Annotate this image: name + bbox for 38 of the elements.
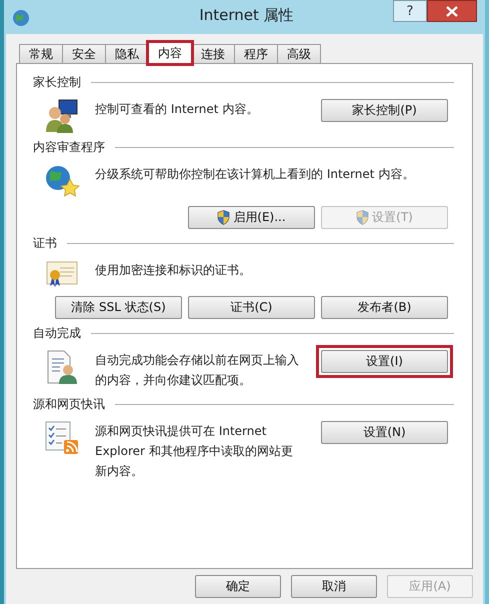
action-button[interactable]: 发布者(B) [321,296,448,319]
section-title: 自动完成 [33,325,81,342]
tab[interactable]: 内容 [148,42,192,64]
action-button[interactable]: 设置(N) [321,421,448,444]
globe-icon [12,9,30,27]
action-button[interactable]: 清除 SSL 状态(S) [55,296,182,319]
window-title: Internet 属性 [198,6,295,24]
section-title: 证书 [33,235,57,252]
tab[interactable]: 隐私 [105,44,149,64]
section-description: 自动完成功能会存储以前在网页上输入的内容，并向你建议匹配项。 [94,352,300,389]
feed-list-icon [45,421,79,455]
globe-star-icon [44,164,80,198]
dialog-button[interactable]: 取消 [291,575,377,598]
section-description: 源和网页快讯提供可在 Internet Explorer 和其他程序中读取的网站更新内容。 [94,423,294,480]
section-title: 源和网页快讯 [33,396,105,413]
shield-icon [217,210,230,225]
certificate-icon [46,260,78,288]
form-user-icon [46,350,78,384]
tab[interactable]: 程序 [234,44,278,64]
tab[interactable]: 常规 [19,44,63,64]
section-title: 家长控制 [33,74,81,91]
close-icon [446,6,458,16]
action-button[interactable]: 家长控制(P) [321,99,448,122]
dialog-button[interactable]: 确定 [195,575,281,598]
action-button[interactable]: 设置(I) [321,350,448,373]
section-description: 控制可查看的 Internet 内容。 [94,101,260,118]
tab[interactable]: 安全 [62,44,106,64]
users-monitor-icon [45,99,79,133]
tab[interactable]: 连接 [191,44,235,64]
action-button[interactable]: 启用(E)... [188,206,315,229]
close-button[interactable] [427,0,477,22]
action-button[interactable]: 证书(C) [188,296,315,319]
section-description: 分级系统可帮助你控制在该计算机上看到的 Internet 内容。 [94,166,416,183]
help-button[interactable]: ? [393,0,427,22]
shield-icon [356,210,370,225]
section-description: 使用加密连接和标识的证书。 [94,262,252,279]
tab[interactable]: 高级 [277,44,321,64]
section-title: 内容审查程序 [33,139,105,156]
